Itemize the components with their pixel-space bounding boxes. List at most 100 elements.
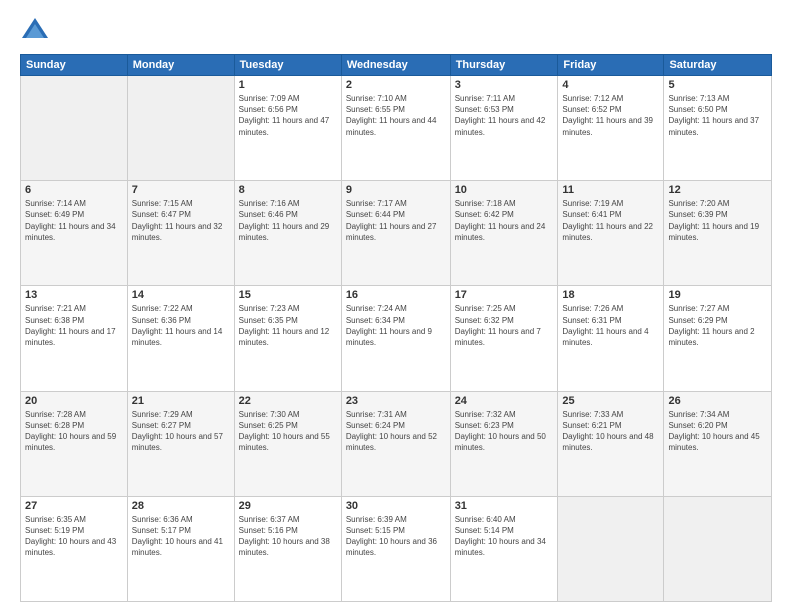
day-number: 5	[668, 79, 767, 91]
logo-icon	[20, 16, 50, 46]
day-number: 27	[25, 500, 123, 512]
day-detail: Sunrise: 7:27 AM Sunset: 6:29 PM Dayligh…	[668, 303, 767, 348]
table-row: 31 Sunrise: 6:40 AM Sunset: 5:14 PM Dayl…	[450, 496, 558, 601]
day-detail: Sunrise: 7:32 AM Sunset: 6:23 PM Dayligh…	[455, 409, 554, 454]
table-row: 9 Sunrise: 7:17 AM Sunset: 6:44 PM Dayli…	[341, 181, 450, 286]
day-detail: Sunrise: 7:16 AM Sunset: 6:46 PM Dayligh…	[239, 198, 337, 243]
table-row: 22 Sunrise: 7:30 AM Sunset: 6:25 PM Dayl…	[234, 391, 341, 496]
table-row: 19 Sunrise: 7:27 AM Sunset: 6:29 PM Dayl…	[664, 286, 772, 391]
day-detail: Sunrise: 7:12 AM Sunset: 6:52 PM Dayligh…	[562, 93, 659, 138]
col-wednesday: Wednesday	[341, 55, 450, 76]
calendar-header-row: Sunday Monday Tuesday Wednesday Thursday…	[21, 55, 772, 76]
day-detail: Sunrise: 7:28 AM Sunset: 6:28 PM Dayligh…	[25, 409, 123, 454]
calendar-week-row: 13 Sunrise: 7:21 AM Sunset: 6:38 PM Dayl…	[21, 286, 772, 391]
day-number: 16	[346, 289, 446, 301]
day-detail: Sunrise: 6:36 AM Sunset: 5:17 PM Dayligh…	[132, 514, 230, 559]
table-row: 26 Sunrise: 7:34 AM Sunset: 6:20 PM Dayl…	[664, 391, 772, 496]
day-number: 29	[239, 500, 337, 512]
col-tuesday: Tuesday	[234, 55, 341, 76]
day-detail: Sunrise: 6:35 AM Sunset: 5:19 PM Dayligh…	[25, 514, 123, 559]
day-detail: Sunrise: 7:21 AM Sunset: 6:38 PM Dayligh…	[25, 303, 123, 348]
day-detail: Sunrise: 7:33 AM Sunset: 6:21 PM Dayligh…	[562, 409, 659, 454]
day-detail: Sunrise: 7:20 AM Sunset: 6:39 PM Dayligh…	[668, 198, 767, 243]
table-row	[127, 76, 234, 181]
calendar-week-row: 27 Sunrise: 6:35 AM Sunset: 5:19 PM Dayl…	[21, 496, 772, 601]
day-number: 21	[132, 395, 230, 407]
col-friday: Friday	[558, 55, 664, 76]
day-number: 9	[346, 184, 446, 196]
day-number: 20	[25, 395, 123, 407]
page: Sunday Monday Tuesday Wednesday Thursday…	[0, 0, 792, 612]
day-detail: Sunrise: 7:24 AM Sunset: 6:34 PM Dayligh…	[346, 303, 446, 348]
day-number: 4	[562, 79, 659, 91]
table-row: 6 Sunrise: 7:14 AM Sunset: 6:49 PM Dayli…	[21, 181, 128, 286]
day-number: 13	[25, 289, 123, 301]
day-number: 2	[346, 79, 446, 91]
day-detail: Sunrise: 7:25 AM Sunset: 6:32 PM Dayligh…	[455, 303, 554, 348]
table-row: 11 Sunrise: 7:19 AM Sunset: 6:41 PM Dayl…	[558, 181, 664, 286]
day-detail: Sunrise: 7:17 AM Sunset: 6:44 PM Dayligh…	[346, 198, 446, 243]
day-detail: Sunrise: 7:23 AM Sunset: 6:35 PM Dayligh…	[239, 303, 337, 348]
table-row: 30 Sunrise: 6:39 AM Sunset: 5:15 PM Dayl…	[341, 496, 450, 601]
table-row	[664, 496, 772, 601]
logo	[20, 16, 54, 46]
day-number: 19	[668, 289, 767, 301]
table-row: 28 Sunrise: 6:36 AM Sunset: 5:17 PM Dayl…	[127, 496, 234, 601]
calendar-table: Sunday Monday Tuesday Wednesday Thursday…	[20, 54, 772, 602]
col-sunday: Sunday	[21, 55, 128, 76]
table-row: 16 Sunrise: 7:24 AM Sunset: 6:34 PM Dayl…	[341, 286, 450, 391]
table-row: 15 Sunrise: 7:23 AM Sunset: 6:35 PM Dayl…	[234, 286, 341, 391]
day-number: 7	[132, 184, 230, 196]
day-detail: Sunrise: 7:29 AM Sunset: 6:27 PM Dayligh…	[132, 409, 230, 454]
day-detail: Sunrise: 7:13 AM Sunset: 6:50 PM Dayligh…	[668, 93, 767, 138]
day-number: 24	[455, 395, 554, 407]
day-detail: Sunrise: 7:22 AM Sunset: 6:36 PM Dayligh…	[132, 303, 230, 348]
day-number: 12	[668, 184, 767, 196]
day-number: 25	[562, 395, 659, 407]
day-number: 10	[455, 184, 554, 196]
table-row: 18 Sunrise: 7:26 AM Sunset: 6:31 PM Dayl…	[558, 286, 664, 391]
table-row: 25 Sunrise: 7:33 AM Sunset: 6:21 PM Dayl…	[558, 391, 664, 496]
day-detail: Sunrise: 7:26 AM Sunset: 6:31 PM Dayligh…	[562, 303, 659, 348]
table-row: 4 Sunrise: 7:12 AM Sunset: 6:52 PM Dayli…	[558, 76, 664, 181]
calendar-week-row: 1 Sunrise: 7:09 AM Sunset: 6:56 PM Dayli…	[21, 76, 772, 181]
day-detail: Sunrise: 7:19 AM Sunset: 6:41 PM Dayligh…	[562, 198, 659, 243]
calendar-week-row: 6 Sunrise: 7:14 AM Sunset: 6:49 PM Dayli…	[21, 181, 772, 286]
day-number: 18	[562, 289, 659, 301]
day-number: 11	[562, 184, 659, 196]
calendar-week-row: 20 Sunrise: 7:28 AM Sunset: 6:28 PM Dayl…	[21, 391, 772, 496]
day-detail: Sunrise: 7:18 AM Sunset: 6:42 PM Dayligh…	[455, 198, 554, 243]
table-row: 27 Sunrise: 6:35 AM Sunset: 5:19 PM Dayl…	[21, 496, 128, 601]
table-row: 17 Sunrise: 7:25 AM Sunset: 6:32 PM Dayl…	[450, 286, 558, 391]
day-number: 30	[346, 500, 446, 512]
day-detail: Sunrise: 7:09 AM Sunset: 6:56 PM Dayligh…	[239, 93, 337, 138]
day-number: 26	[668, 395, 767, 407]
table-row: 13 Sunrise: 7:21 AM Sunset: 6:38 PM Dayl…	[21, 286, 128, 391]
day-number: 15	[239, 289, 337, 301]
table-row: 21 Sunrise: 7:29 AM Sunset: 6:27 PM Dayl…	[127, 391, 234, 496]
table-row: 23 Sunrise: 7:31 AM Sunset: 6:24 PM Dayl…	[341, 391, 450, 496]
day-number: 14	[132, 289, 230, 301]
table-row: 7 Sunrise: 7:15 AM Sunset: 6:47 PM Dayli…	[127, 181, 234, 286]
table-row: 2 Sunrise: 7:10 AM Sunset: 6:55 PM Dayli…	[341, 76, 450, 181]
day-number: 8	[239, 184, 337, 196]
day-number: 31	[455, 500, 554, 512]
day-number: 28	[132, 500, 230, 512]
table-row: 24 Sunrise: 7:32 AM Sunset: 6:23 PM Dayl…	[450, 391, 558, 496]
table-row: 12 Sunrise: 7:20 AM Sunset: 6:39 PM Dayl…	[664, 181, 772, 286]
table-row: 1 Sunrise: 7:09 AM Sunset: 6:56 PM Dayli…	[234, 76, 341, 181]
table-row: 8 Sunrise: 7:16 AM Sunset: 6:46 PM Dayli…	[234, 181, 341, 286]
day-number: 17	[455, 289, 554, 301]
col-monday: Monday	[127, 55, 234, 76]
day-detail: Sunrise: 6:37 AM Sunset: 5:16 PM Dayligh…	[239, 514, 337, 559]
col-saturday: Saturday	[664, 55, 772, 76]
table-row	[21, 76, 128, 181]
day-detail: Sunrise: 6:40 AM Sunset: 5:14 PM Dayligh…	[455, 514, 554, 559]
day-detail: Sunrise: 7:14 AM Sunset: 6:49 PM Dayligh…	[25, 198, 123, 243]
table-row: 10 Sunrise: 7:18 AM Sunset: 6:42 PM Dayl…	[450, 181, 558, 286]
day-number: 3	[455, 79, 554, 91]
day-number: 22	[239, 395, 337, 407]
table-row: 29 Sunrise: 6:37 AM Sunset: 5:16 PM Dayl…	[234, 496, 341, 601]
table-row	[558, 496, 664, 601]
col-thursday: Thursday	[450, 55, 558, 76]
